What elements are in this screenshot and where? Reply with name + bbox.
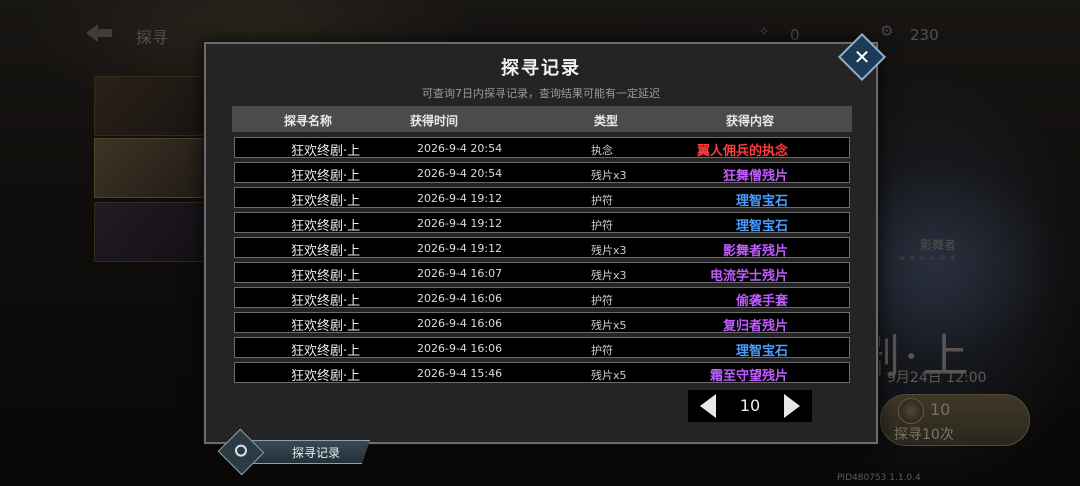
- record-name: 狂欢终剧·上: [291, 269, 361, 284]
- modal-title: 探寻记录: [501, 58, 581, 79]
- record-time: 2026-9-4 19:12: [417, 217, 503, 230]
- record-type: 残片x3: [591, 169, 627, 182]
- table-row: 狂欢终剧·上 2026-9-4 15:46 残片x5 霜至守望残片: [234, 362, 850, 384]
- record-tab-label: 探寻记录: [292, 446, 341, 460]
- table-row: 狂欢终剧·上 2026-9-4 19:12 护符 理智宝石: [234, 187, 850, 209]
- record-type: 护符: [591, 219, 613, 232]
- column-header-type: 类型: [594, 114, 619, 128]
- record-name: 狂欢终剧·上: [291, 169, 361, 184]
- record-name: 狂欢终剧·上: [291, 144, 361, 159]
- record-type: 残片x5: [591, 319, 627, 332]
- record-time: 2026-9-4 15:46: [417, 367, 503, 380]
- record-time: 2026-9-4 16:06: [417, 342, 503, 355]
- record-reward: 翼人佣兵的执念: [696, 144, 788, 159]
- record-time: 2026-9-4 19:12: [417, 242, 503, 255]
- record-reward: 影舞者残片: [722, 244, 788, 259]
- record-time: 2026-9-4 20:54: [417, 142, 503, 155]
- record-reward: 狂舞僧残片: [722, 169, 788, 184]
- record-type: 护符: [591, 194, 613, 207]
- record-reward: 霜至守望残片: [709, 369, 788, 384]
- record-name: 狂欢终剧·上: [291, 219, 361, 234]
- column-header-name: 探寻名称: [284, 114, 333, 128]
- record-name: 狂欢终剧·上: [291, 294, 361, 309]
- record-type: 残片x3: [591, 244, 627, 257]
- table-row: 狂欢终剧·上 2026-9-4 16:06 残片x5 复归者残片: [234, 312, 850, 334]
- page-number: 10: [739, 396, 761, 415]
- record-type: 护符: [591, 294, 613, 307]
- prev-page-icon[interactable]: [700, 394, 716, 418]
- record-name: 狂欢终剧·上: [291, 369, 361, 384]
- record-reward: 理智宝石: [735, 194, 788, 209]
- record-name: 狂欢终剧·上: [291, 344, 361, 359]
- record-name: 狂欢终剧·上: [291, 194, 361, 209]
- record-type: 残片x5: [591, 369, 627, 382]
- column-header-time: 获得时间: [410, 114, 459, 128]
- record-name: 狂欢终剧·上: [291, 319, 361, 334]
- column-header-reward: 获得内容: [726, 114, 775, 128]
- record-reward: 理智宝石: [735, 219, 788, 234]
- table-row: 狂欢终剧·上 2026-9-4 19:12 护符 理智宝石: [234, 212, 850, 234]
- record-type: 残片x3: [591, 269, 627, 282]
- record-reward: 电流学士残片: [709, 269, 788, 284]
- table-row: 狂欢终剧·上 2026-9-4 20:54 执念 翼人佣兵的执念: [234, 137, 850, 159]
- record-time: 2026-9-4 16:07: [417, 267, 503, 280]
- record-reward: 复归者残片: [722, 319, 788, 334]
- record-modal: 探寻记录 可查询7日内探寻记录，查询结果可能有一定延迟 探寻名称 获得时间 类型…: [204, 42, 878, 444]
- record-reward: 偷袭手套: [735, 294, 788, 309]
- table-row: 狂欢终剧·上 2026-9-4 16:06 护符 理智宝石: [234, 337, 850, 359]
- record-time: 2026-9-4 20:54: [417, 167, 503, 180]
- table-row: 狂欢终剧·上 2026-9-4 20:54 残片x3 狂舞僧残片: [234, 162, 850, 184]
- close-icon: ✕: [853, 45, 871, 69]
- table-row: 狂欢终剧·上 2026-9-4 16:06 护符 偷袭手套: [234, 287, 850, 309]
- modal-subtitle: 可查询7日内探寻记录，查询结果可能有一定延迟: [422, 87, 660, 100]
- table-row: 狂欢终剧·上 2026-9-4 16:07 残片x3 电流学士残片: [234, 262, 850, 284]
- table-row: 狂欢终剧·上 2026-9-4 19:12 残片x3 影舞者残片: [234, 237, 850, 259]
- record-type: 护符: [591, 344, 613, 357]
- table-header: 探寻名称 获得时间 类型 获得内容: [232, 106, 852, 132]
- next-page-icon[interactable]: [784, 394, 800, 418]
- record-reward: 理智宝石: [735, 344, 788, 359]
- record-type: 执念: [591, 144, 613, 157]
- record-time: 2026-9-4 19:12: [417, 192, 503, 205]
- pagination: 10: [688, 390, 812, 422]
- record-name: 狂欢终剧·上: [291, 244, 361, 259]
- record-time: 2026-9-4 16:06: [417, 292, 503, 305]
- record-time: 2026-9-4 16:06: [417, 317, 503, 330]
